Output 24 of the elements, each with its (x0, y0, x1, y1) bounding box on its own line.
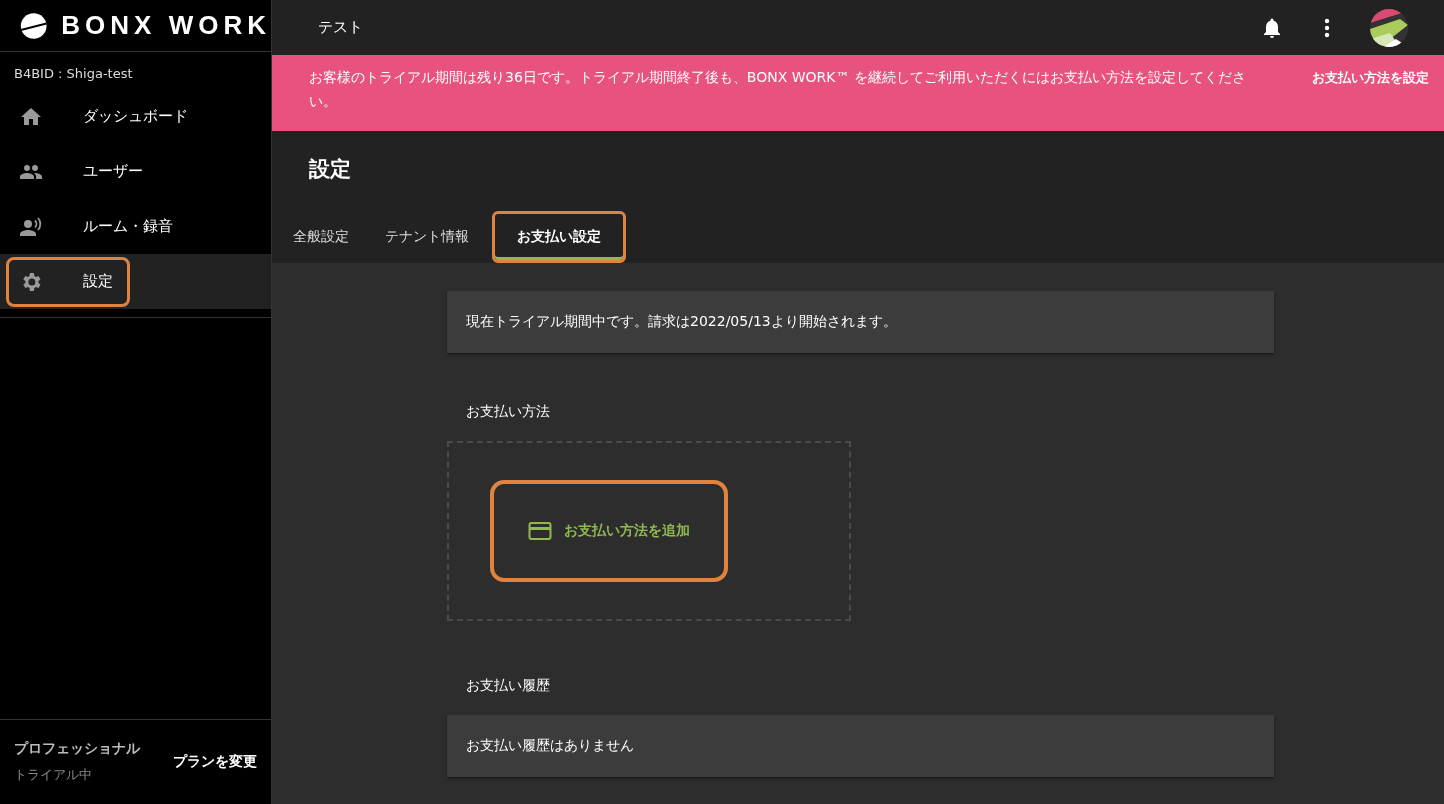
tab[interactable]: テナント情報 (372, 211, 482, 263)
plan-status: トライアル中 (14, 766, 93, 784)
trial-notice: 現在トライアル期間中です。請求は2022/05/13より開始されます。 (447, 291, 1274, 353)
sidebar-item[interactable]: ダッシュボード (6, 91, 205, 142)
tab[interactable]: お支払い設定 (492, 211, 626, 263)
tab[interactable]: 全般設定 (280, 211, 362, 263)
payment-history-empty: お支払い履歴はありません (447, 715, 1274, 777)
sidebar-item[interactable]: 設定 (6, 256, 130, 307)
sidebar-item[interactable]: ルーム・録音 (6, 201, 190, 252)
banner-message: お客様のトライアル期間は残り36日です。トライアル期間終了後も、BONX WORK™ を継続してご利用いただくにはお支払い方法を設定してください。 (309, 68, 1247, 111)
avatar-icon[interactable] (1370, 8, 1408, 47)
section-heading: お支払い方法 (466, 403, 551, 421)
more-options-icon[interactable] (1324, 17, 1330, 38)
add-payment-button[interactable]: お支払い方法を追加 (490, 480, 728, 582)
credit-card-icon (528, 521, 552, 541)
tenant-label: B4BID : Shiga-test (13, 65, 134, 83)
logo-text: BONX WORK (61, 10, 271, 41)
section-title: 設定 (308, 156, 352, 183)
page-title: テスト (318, 18, 363, 37)
section-heading: お支払い履歴 (466, 677, 551, 695)
sidebar-item[interactable]: ユーザー (6, 146, 160, 197)
plan-name: プロフェッショナル (14, 740, 140, 758)
change-plan-button[interactable]: プランを変更 (173, 753, 257, 771)
set-payment-link[interactable]: お支払い方法を設定 (1312, 65, 1430, 91)
